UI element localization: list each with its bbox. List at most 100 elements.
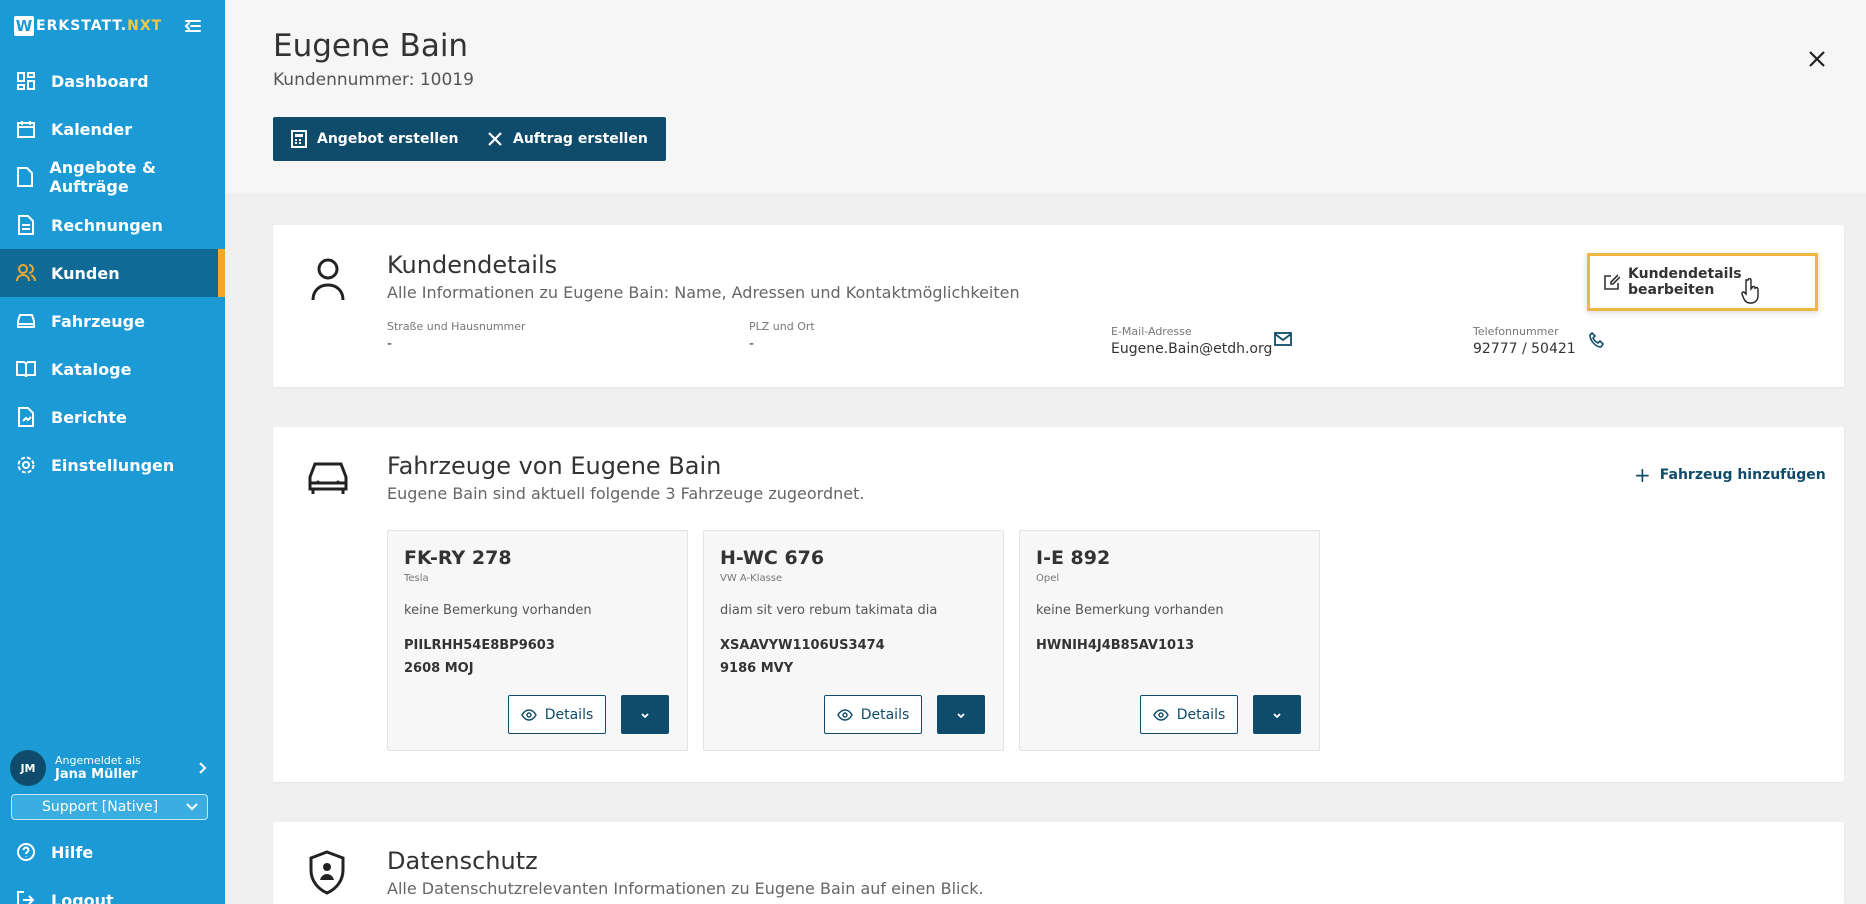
vehicle-details-button[interactable]: Details [1140, 695, 1238, 734]
chevron-down-icon [1272, 705, 1282, 724]
customer-number: Kundennummer: 10019 [273, 70, 474, 90]
vehicle-details-label: Details [544, 706, 594, 723]
bottom-nav: Hilfe Logout [0, 828, 225, 904]
sidebar-item-kataloge[interactable]: Kataloge [0, 345, 225, 393]
sidebar-item-label: Hilfe [51, 842, 94, 862]
user-menu[interactable]: JM Angemeldet als Jana Müller [10, 749, 215, 787]
sidebar-item-label: Kunden [51, 263, 120, 283]
hand-cursor-icon [1741, 277, 1761, 304]
add-vehicle-button[interactable]: + Fahrzeug hinzufügen [1634, 463, 1826, 487]
page-title: Eugene Bain [273, 28, 469, 64]
vehicle-vin: PIILRHH54E8BP9603 [404, 638, 555, 653]
vehicle-remark: keine Bemerkung vorhanden [1036, 603, 1224, 618]
chevron-down-icon [640, 705, 650, 724]
create-order-label: Auftrag erstellen [513, 131, 648, 147]
sidebar-item-label: Rechnungen [51, 215, 163, 235]
customer-details-title: Kundendetails [387, 251, 558, 279]
vehicle-details-button[interactable]: Details [508, 695, 606, 734]
help-icon [16, 842, 36, 862]
sidebar-item-label: Einstellungen [51, 455, 175, 475]
vehicle-details-button[interactable]: Details [824, 695, 922, 734]
eye-icon [520, 708, 537, 721]
page-header: Eugene Bain Kundennummer: 10019 Angebot … [225, 0, 1866, 193]
car-icon [16, 311, 36, 331]
document-icon [16, 167, 34, 187]
shield-icon [307, 849, 349, 895]
sidebar-item-kalender[interactable]: Kalender [0, 105, 225, 153]
chevron-down-icon [956, 705, 966, 724]
vehicle-more-button[interactable] [621, 695, 669, 734]
user-icon [307, 256, 349, 302]
vehicle-more-button[interactable] [1253, 695, 1301, 734]
phone-value: 92777 / 50421 [1473, 341, 1576, 357]
close-icon[interactable] [1806, 48, 1828, 70]
vehicle-kba: 9186 MVY [720, 661, 794, 676]
chevron-down-icon [185, 801, 199, 817]
edit-customer-details-button[interactable]: Kundendetails bearbeiten [1587, 253, 1818, 311]
sidebar-item-hilfe[interactable]: Hilfe [0, 828, 225, 876]
city-value: - [749, 336, 755, 352]
vehicle-vin: HWNIH4J4B85AV1013 [1036, 638, 1195, 653]
vehicle-plate: I-E 892 [1036, 547, 1111, 569]
vehicles-title: Fahrzeuge von Eugene Bain [387, 452, 722, 480]
chevron-right-icon [197, 760, 209, 779]
sidebar-item-label: Berichte [51, 407, 127, 427]
vehicle-remark: keine Bemerkung vorhanden [404, 603, 592, 618]
sidebar-item-label: Fahrzeuge [51, 311, 145, 331]
privacy-subtitle: Alle Datenschutzrelevanten Informationen… [387, 879, 984, 898]
user-name: Jana Müller [55, 766, 138, 782]
brand-logo-text: ERKSTATT.NXT [36, 18, 162, 34]
vehicle-card: I-E 892 Opel keine Bemerkung vorhanden H… [1019, 530, 1320, 751]
mail-icon[interactable] [1274, 331, 1292, 351]
phone-label: Telefonnummer [1473, 325, 1559, 338]
brand-logo[interactable]: W ERKSTATT.NXT [14, 16, 162, 36]
sidebar-item-label: Angebote & Aufträge [49, 158, 156, 196]
city-label: PLZ und Ort [749, 320, 815, 333]
eye-icon [836, 708, 853, 721]
vehicle-model: Opel [1036, 573, 1060, 584]
sidebar-item-logout[interactable]: Logout [0, 876, 225, 904]
brand-logo-text-nxt: NXT [127, 18, 163, 34]
logged-in-label: Angemeldet als [55, 753, 141, 767]
dashboard-icon [16, 71, 36, 91]
vehicle-card: FK-RY 278 Tesla keine Bemerkung vorhande… [387, 530, 688, 751]
report-icon [16, 407, 36, 427]
create-offer-button[interactable]: Angebot erstellen [273, 117, 477, 161]
sidebar-item-rechnungen[interactable]: Rechnungen [0, 201, 225, 249]
vehicle-details-label: Details [860, 706, 910, 723]
street-value: - [387, 336, 393, 352]
email-value: Eugene.Bain@etdh.org [1111, 341, 1273, 357]
sidebar-item-label: Dashboard [51, 71, 149, 91]
invoice-icon [16, 215, 36, 235]
street-label: Straße und Hausnummer [387, 320, 526, 333]
phone-icon[interactable] [1589, 331, 1605, 352]
create-order-button[interactable]: Auftrag erstellen [469, 117, 666, 161]
main-nav: Dashboard Kalender Angebote & Aufträge R… [0, 57, 225, 489]
vehicle-remark: diam sit vero rebum takimata dia [720, 603, 938, 618]
sidebar-item-berichte[interactable]: Berichte [0, 393, 225, 441]
create-offer-label: Angebot erstellen [317, 131, 459, 147]
vehicle-model: VW A-Klasse [720, 573, 783, 584]
vehicle-more-button[interactable] [937, 695, 985, 734]
edit-customer-details-label: Kundendetails bearbeiten [1628, 266, 1742, 298]
role-select[interactable]: Support [Native] [11, 794, 208, 820]
sidebar-item-kunden[interactable]: Kunden [0, 249, 225, 297]
add-vehicle-label: Fahrzeug hinzufügen [1659, 467, 1826, 483]
sidebar-item-label: Logout [51, 890, 114, 904]
sidebar-item-label: Kalender [51, 119, 133, 139]
sidebar-item-fahrzeuge[interactable]: Fahrzeuge [0, 297, 225, 345]
edit-icon [1604, 274, 1620, 290]
vehicle-plate: FK-RY 278 [404, 547, 512, 569]
user-info: Angemeldet als Jana Müller [55, 754, 141, 783]
vehicle-details-label: Details [1176, 706, 1226, 723]
sidebar-item-angebote[interactable]: Angebote & Aufträge [0, 153, 225, 201]
collapse-sidebar-icon[interactable] [183, 16, 203, 36]
vehicle-card: H-WC 676 VW A-Klasse diam sit vero rebum… [703, 530, 1004, 751]
book-icon [16, 359, 36, 379]
users-icon [16, 263, 36, 283]
sidebar-item-einstellungen[interactable]: Einstellungen [0, 441, 225, 489]
calendar-icon [16, 119, 36, 139]
sidebar-item-dashboard[interactable]: Dashboard [0, 57, 225, 105]
privacy-card: Datenschutz Alle Datenschutzrelevanten I… [273, 822, 1844, 904]
brand-logo-text-main: ERKSTATT. [36, 18, 128, 34]
